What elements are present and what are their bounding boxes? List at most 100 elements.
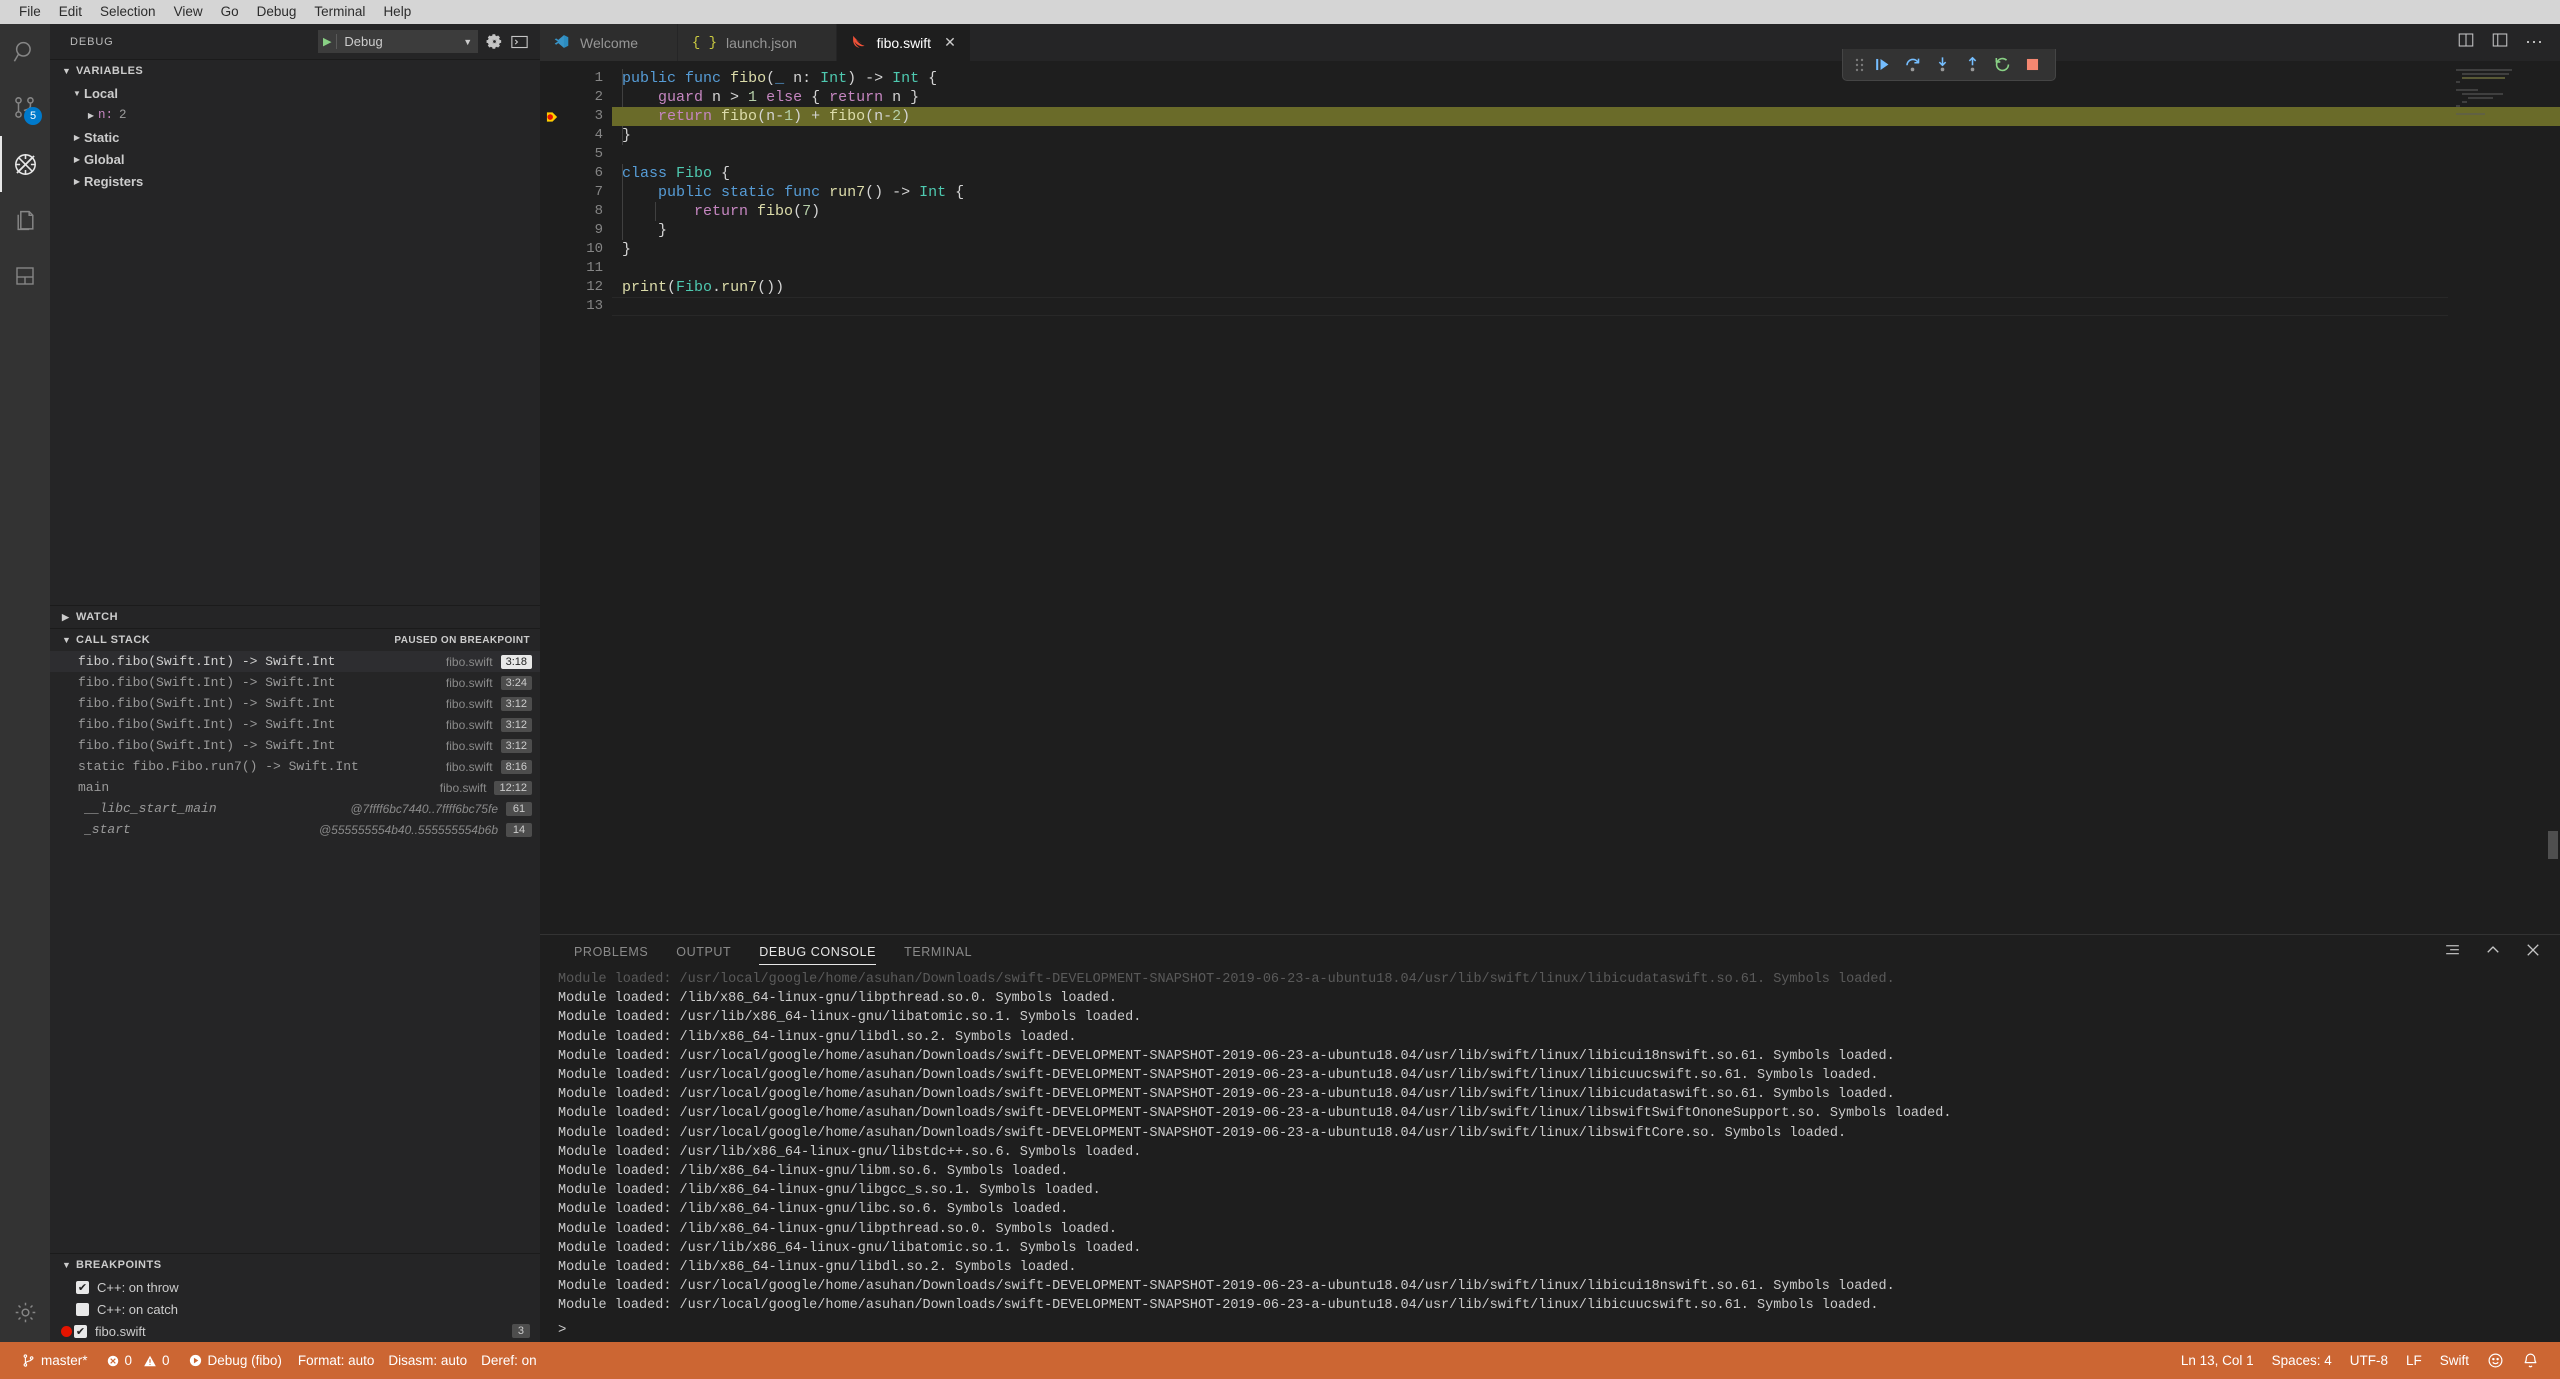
activity-extensions-icon[interactable] — [0, 192, 50, 248]
close-icon[interactable]: ✕ — [944, 34, 956, 51]
call-stack-frame[interactable]: fibo.fibo(Swift.Int) -> Swift.Int fibo.s… — [50, 714, 540, 735]
code-line: } — [622, 222, 668, 239]
status-branch[interactable]: master* — [12, 1342, 97, 1379]
line-number: 10 — [586, 241, 603, 257]
menu-item-debug[interactable]: Debug — [248, 0, 306, 24]
maximize-panel-icon[interactable] — [2484, 941, 2502, 964]
chevron-collapsed-icon[interactable]: ▶ — [84, 111, 98, 120]
breakpoint-checkbox[interactable]: ✔ — [76, 1280, 89, 1294]
menu-item-edit[interactable]: Edit — [50, 0, 91, 24]
activity-source-control-icon[interactable]: 5 — [0, 80, 50, 136]
open-debug-console-icon[interactable] — [511, 35, 528, 49]
call-stack-frame[interactable]: fibo.fibo(Swift.Int) -> Swift.Int fibo.s… — [50, 693, 540, 714]
activity-debug-icon[interactable] — [0, 136, 50, 192]
status-debug-session[interactable]: Debug (fibo) — [179, 1342, 291, 1379]
tab-fibo-swift[interactable]: fibo.swift ✕ — [836, 24, 971, 61]
menu-item-terminal[interactable]: Terminal — [305, 0, 374, 24]
split-editor-icon[interactable] — [2457, 31, 2475, 54]
status-format[interactable]: Format: auto — [291, 1342, 382, 1379]
status-feedback-smiley-icon[interactable] — [2478, 1342, 2513, 1379]
close-icon[interactable]: ✕ — [651, 34, 663, 51]
frame-position: 3:12 — [500, 738, 532, 753]
tab-launch-json[interactable]: { } launch.json ✕ — [677, 24, 837, 61]
restart-icon[interactable] — [1987, 52, 2017, 78]
chevron-down-icon[interactable]: ▼ — [463, 37, 473, 47]
status-eol[interactable]: LF — [2397, 1342, 2431, 1379]
menu-item-file[interactable]: File — [10, 0, 50, 24]
breakpoint-row[interactable]: ✔ C++: on throw — [50, 1276, 540, 1298]
activity-settings-gear-icon[interactable] — [0, 1282, 50, 1342]
status-language-mode[interactable]: Swift — [2431, 1342, 2478, 1379]
call-stack-header[interactable]: ▼ CALL STACK PAUSED ON BREAKPOINT — [50, 629, 540, 651]
call-stack-frame[interactable]: _start @555555554b40..555555554b6b 14 — [50, 819, 540, 840]
editor-scrollbar[interactable] — [2546, 61, 2560, 934]
editor-minimap[interactable] — [2456, 69, 2546, 129]
call-stack-frame[interactable]: fibo.fibo(Swift.Int) -> Swift.Int fibo.s… — [50, 672, 540, 693]
debug-settings-gear-icon[interactable] — [486, 33, 503, 50]
frame-source: @7ffff6bc7440..7ffff6bc75fe — [350, 801, 498, 816]
debug-console-input[interactable]: > — [540, 1318, 2560, 1342]
menu-item-view[interactable]: View — [165, 0, 212, 24]
menu-item-help[interactable]: Help — [374, 0, 420, 24]
status-encoding[interactable]: UTF-8 — [2341, 1342, 2397, 1379]
call-stack-frame[interactable]: __libc_start_main @7ffff6bc7440..7ffff6b… — [50, 798, 540, 819]
watch-header[interactable]: ▶ WATCH — [50, 606, 540, 628]
status-notifications-bell-icon[interactable] — [2513, 1342, 2548, 1379]
console-line: Module loaded: /usr/local/google/home/as… — [558, 1125, 1847, 1141]
clear-console-icon[interactable] — [2443, 941, 2462, 965]
call-stack-frame[interactable]: static fibo.Fibo.run7() -> Swift.Int fib… — [50, 756, 540, 777]
call-stack-frame[interactable]: fibo.fibo(Swift.Int) -> Swift.Int fibo.s… — [50, 651, 540, 672]
tab-terminal[interactable]: TERMINAL — [890, 935, 986, 970]
tab-welcome[interactable]: Welcome ✕ — [540, 24, 678, 61]
more-actions-icon[interactable]: ⋯ — [2525, 32, 2544, 53]
status-cursor-position[interactable]: Ln 13, Col 1 — [2172, 1342, 2263, 1379]
status-deref[interactable]: Deref: on — [474, 1342, 544, 1379]
variable-scope-local[interactable]: ▼ Local — [50, 82, 540, 104]
call-stack-frame[interactable]: main fibo.swift 12:12 — [50, 777, 540, 798]
variable-scope-registers[interactable]: ▶ Registers — [50, 170, 540, 192]
variable-row-n[interactable]: ▶ n: 2 — [50, 104, 540, 126]
variable-scope-static[interactable]: ▶ Static — [50, 126, 540, 148]
breakpoints-header[interactable]: ▼ BREAKPOINTS — [50, 1254, 540, 1276]
close-icon[interactable]: ✕ — [810, 34, 822, 51]
stop-icon[interactable] — [2017, 52, 2047, 78]
breakpoint-checkbox[interactable]: ✔ — [74, 1324, 87, 1338]
step-over-icon[interactable] — [1897, 52, 1927, 78]
code-lines[interactable]: public func fibo(_ n: Int) -> Int { guar… — [612, 69, 2560, 316]
debug-console-output[interactable]: Module loaded: /usr/local/google/home/as… — [540, 970, 2560, 1318]
scrollbar-thumb[interactable] — [2548, 831, 2558, 859]
launch-config-select[interactable]: ▶ Debug ▼ — [318, 30, 478, 53]
code-editor[interactable]: 1 2 3 4 5 6 7 8 9 10 11 12 13 public fun… — [540, 61, 2560, 934]
layout-icon[interactable] — [2491, 31, 2509, 54]
frame-label: fibo.fibo(Swift.Int) -> Swift.Int — [78, 717, 336, 732]
frame-label: fibo.fibo(Swift.Int) -> Swift.Int — [78, 696, 336, 711]
drag-handle-icon[interactable] — [1851, 57, 1867, 73]
frame-source: fibo.swift — [445, 717, 493, 732]
activity-test-beaker-icon[interactable] — [0, 248, 50, 304]
step-into-icon[interactable] — [1927, 52, 1957, 78]
scope-label: Static — [84, 129, 120, 145]
breakpoint-row[interactable]: ✔ fibo.swift 3 — [50, 1320, 540, 1342]
continue-icon[interactable] — [1867, 52, 1897, 78]
variables-header[interactable]: ▼ VARIABLES — [50, 60, 540, 82]
tab-problems[interactable]: PROBLEMS — [560, 935, 662, 970]
step-out-icon[interactable] — [1957, 52, 1987, 78]
menu-item-go[interactable]: Go — [212, 0, 248, 24]
close-panel-icon[interactable] — [2524, 941, 2542, 964]
tab-debug-console[interactable]: DEBUG CONSOLE — [745, 935, 890, 970]
status-problems[interactable]: 0 0 — [97, 1342, 179, 1379]
breakpoint-row[interactable]: ✔ C++: on catch — [50, 1298, 540, 1320]
call-stack-frame[interactable]: fibo.fibo(Swift.Int) -> Swift.Int fibo.s… — [50, 735, 540, 756]
variable-scope-global[interactable]: ▶ Global — [50, 148, 540, 170]
status-disasm[interactable]: Disasm: auto — [381, 1342, 474, 1379]
tab-label: fibo.swift — [876, 34, 932, 51]
status-indentation[interactable]: Spaces: 4 — [2263, 1342, 2341, 1379]
editor-gutter[interactable]: 1 2 3 4 5 6 7 8 9 10 11 12 13 — [540, 69, 612, 316]
menu-item-selection[interactable]: Selection — [91, 0, 165, 24]
start-debug-play-icon[interactable]: ▶ — [323, 35, 332, 48]
activity-search-icon[interactable] — [0, 24, 50, 80]
breakpoint-checkbox[interactable]: ✔ — [76, 1302, 89, 1316]
chevron-expanded-icon: ▼ — [62, 66, 72, 76]
tab-output[interactable]: OUTPUT — [662, 935, 745, 970]
